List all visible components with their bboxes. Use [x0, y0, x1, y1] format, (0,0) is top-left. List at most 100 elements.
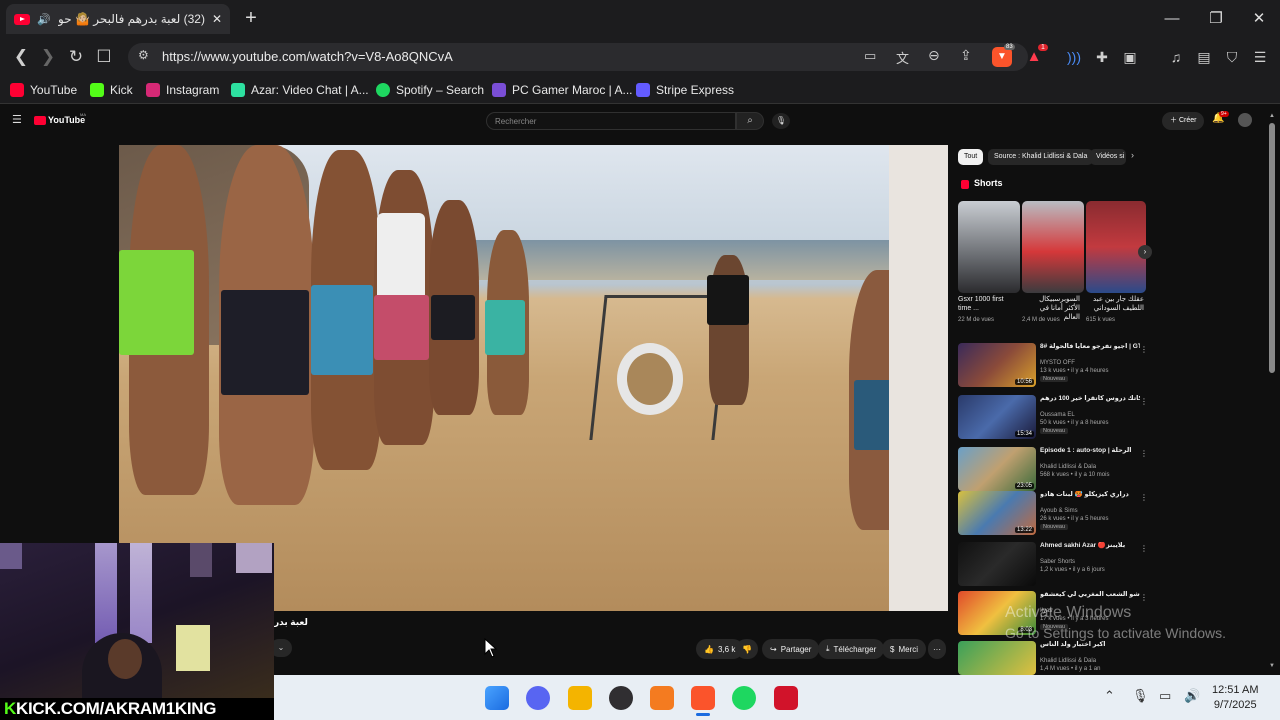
forward-arrow-icon[interactable]: ❯ — [35, 45, 61, 69]
video-title[interactable]: كاتك دروس كاتقرا خير 100 درهم ! — [1040, 395, 1140, 403]
network-icon[interactable]: ▭ — [1159, 688, 1171, 704]
youtube-logo-icon[interactable] — [34, 116, 46, 125]
video-thumbnail[interactable]: 15:34 — [958, 395, 1036, 439]
close-tab-icon[interactable]: ✕ — [212, 12, 222, 26]
obs-icon[interactable] — [609, 686, 633, 710]
bookmark-kick[interactable]: Kick — [90, 81, 133, 99]
recommended-video[interactable]: Ahmed sakhi Azar 🔴بلايبنز Saber Shorts 1… — [958, 542, 1148, 586]
dislike-button[interactable]: 👎 — [736, 639, 758, 659]
short-title[interactable]: عقلك جار بين عبد اللطيف السوداني — [1086, 295, 1144, 313]
recommended-video[interactable]: 23:05 Épisode 1 : auto-stop | الرحلة Kha… — [958, 447, 1148, 491]
minimize-button[interactable]: — — [1152, 6, 1192, 32]
extensions-icon[interactable]: ✚ — [1092, 47, 1112, 67]
share-button[interactable]: ↪ Partager — [762, 639, 820, 659]
chevron-right-icon[interactable]: › — [1131, 150, 1134, 160]
brave-browser-icon[interactable] — [691, 686, 715, 710]
more-options-icon[interactable]: ⋮ — [1140, 544, 1148, 553]
more-options-icon[interactable]: ⋮ — [1140, 449, 1148, 458]
channel-name[interactable]: Oussama EL — [1040, 412, 1075, 418]
more-options-icon[interactable]: ⋮ — [1140, 345, 1148, 354]
short-title[interactable]: Gsxr 1000 first time ... — [958, 295, 1016, 313]
channel-name[interactable]: MYSTO OFF — [1040, 360, 1075, 366]
more-options-icon[interactable]: ⋮ — [1140, 493, 1148, 502]
video-thumbnail[interactable]: 10:56 — [958, 343, 1036, 387]
vpn-shield-icon[interactable]: ⛉ — [1222, 47, 1242, 67]
search-icon[interactable]: ⌕ — [736, 112, 764, 130]
system-clock[interactable]: 12:51 AM 9/7/2025 — [1212, 683, 1258, 713]
site-settings-icon[interactable]: ⚙ — [138, 48, 149, 62]
page-scrollbar[interactable]: ▲ ▼ — [1268, 113, 1276, 673]
video-thumbnail[interactable]: 13:22 — [958, 491, 1036, 535]
video-player[interactable] — [119, 145, 948, 611]
close-window-button[interactable]: ✕ — [1239, 6, 1279, 32]
bookmark-pcgamer[interactable]: PC Gamer Maroc | A... — [492, 81, 632, 99]
channel-name[interactable]: Ayoub & Sims — [1040, 508, 1078, 514]
bookmark-instagram[interactable]: Instagram — [146, 81, 219, 99]
amd-software-icon[interactable] — [774, 686, 798, 710]
shorts-next-icon[interactable]: › — [1138, 245, 1152, 259]
more-options-icon[interactable]: ⋮ — [1140, 397, 1148, 406]
bookmark-youtube[interactable]: YouTube — [10, 81, 77, 99]
thanks-button[interactable]: $ Merci — [882, 639, 927, 659]
brave-shields-icon[interactable]: ▼ — [992, 47, 1012, 67]
scrollbar-thumb[interactable] — [1269, 123, 1275, 373]
new-tab-button[interactable]: + — [240, 6, 262, 30]
discord-icon[interactable] — [526, 686, 550, 710]
bookmark-azar[interactable]: Azar: Video Chat | A... — [231, 81, 369, 99]
recommended-video[interactable]: 13:22 دراري كيزيكلو 🥵 لبنات هادو Ayoub &… — [958, 491, 1148, 535]
app-orange-icon[interactable] — [650, 686, 674, 710]
volume-icon[interactable]: 🔊 — [1184, 688, 1200, 704]
maximize-button[interactable]: ❐ — [1196, 6, 1236, 32]
video-thumbnail[interactable] — [958, 542, 1036, 586]
sidebar-icon[interactable]: ▣ — [1120, 47, 1140, 67]
short-thumbnail[interactable] — [1022, 201, 1084, 293]
microphone-tray-icon[interactable]: 🎙 — [1132, 688, 1149, 704]
more-options-icon[interactable]: ⋮ — [1140, 593, 1148, 602]
file-explorer-icon[interactable] — [568, 686, 592, 710]
recommended-video[interactable]: أكبر اختبار ولد الناس Khalid Lidlissi & … — [958, 641, 1148, 675]
download-button[interactable]: ⤓ Télécharger — [818, 639, 885, 659]
short-thumbnail[interactable] — [958, 201, 1020, 293]
channel-name[interactable]: Saber Shorts — [1040, 559, 1075, 565]
chip-all[interactable]: Tout — [958, 149, 984, 165]
browser-tab[interactable]: 🔊 (32) لعبة بدرهم فالبحر 🤷🏼 حولة ✕ — [6, 4, 230, 34]
scroll-up-icon[interactable]: ▲ — [1269, 113, 1275, 119]
bookmark-icon[interactable]: ☐ — [91, 45, 117, 69]
share-icon[interactable]: ⇪ — [960, 47, 972, 64]
address-bar[interactable]: ⚙ https://www.youtube.com/watch?v=V8-Ao8… — [128, 43, 1028, 71]
bookmark-stripe[interactable]: Stripe Express — [636, 81, 734, 99]
spotify-icon[interactable] — [732, 686, 756, 710]
chip-source[interactable]: Source : Khalid Lidlissi & Dala — [988, 149, 1094, 165]
translate-icon[interactable]: 文 — [896, 48, 909, 67]
hamburger-menu-icon[interactable]: ☰ — [12, 113, 22, 126]
short-thumbnail[interactable] — [1086, 201, 1146, 293]
wallet-icon[interactable]: ▤ — [1194, 47, 1214, 67]
menu-icon[interactable]: ☰ — [1250, 47, 1270, 67]
video-thumbnail[interactable]: 23:05 — [958, 447, 1036, 491]
avatar[interactable] — [1238, 113, 1252, 127]
video-thumbnail[interactable] — [958, 641, 1036, 675]
create-button[interactable]: ＋ Créer — [1162, 112, 1205, 130]
back-arrow-icon[interactable]: ❮ — [8, 45, 34, 69]
search-input[interactable]: Rechercher — [486, 112, 736, 130]
channel-name[interactable]: Khalid Lidlissi & Dala — [1040, 464, 1096, 470]
video-title[interactable]: Épisode 1 : auto-stop | الرحلة — [1040, 447, 1140, 455]
chip-similar[interactable]: Vidéos si — [1090, 149, 1126, 165]
channel-name[interactable]: Khalid Lidlissi & Dala — [1040, 658, 1096, 664]
more-actions-button[interactable]: ··· — [928, 639, 946, 659]
video-title[interactable]: دراري كيزيكلو 🥵 لبنات هادو — [1040, 491, 1140, 499]
windows-start-icon[interactable] — [485, 686, 509, 710]
video-title[interactable]: أجيو تفرجو معايا فالحولة #8 | GTA RP MAR… — [1040, 343, 1140, 351]
scroll-down-icon[interactable]: ▼ — [1269, 663, 1275, 669]
reload-icon[interactable]: ↻ — [63, 45, 89, 69]
tray-chevron-icon[interactable]: ⌃ — [1104, 688, 1115, 704]
microphone-icon[interactable]: 🎙 — [772, 113, 790, 129]
recommended-video[interactable]: 15:34 كاتك دروس كاتقرا خير 100 درهم ! Ou… — [958, 395, 1148, 439]
speaker-icon[interactable]: 🔊 — [37, 13, 51, 26]
video-title[interactable]: Ahmed sakhi Azar 🔴بلايبنز — [1040, 542, 1140, 550]
bookmark-spotify[interactable]: Spotify – Search — [376, 81, 484, 99]
zoom-icon[interactable]: ⊖ — [928, 47, 940, 64]
recommended-video[interactable]: 10:56 أجيو تفرجو معايا فالحولة #8 | GTA … — [958, 343, 1148, 387]
media-icon[interactable]: ♫ — [1166, 47, 1186, 67]
cast-icon[interactable]: ▭ — [864, 48, 876, 64]
